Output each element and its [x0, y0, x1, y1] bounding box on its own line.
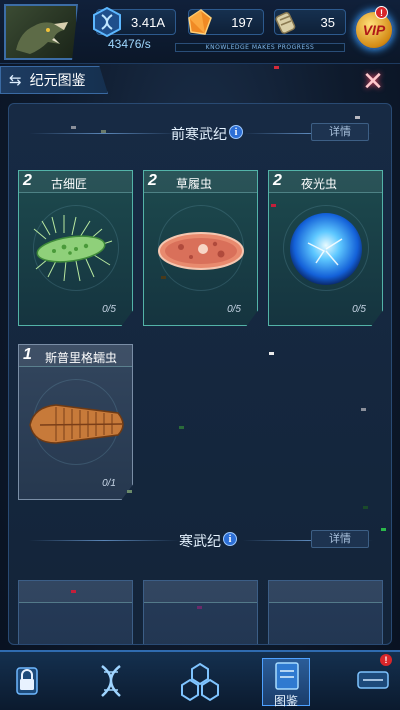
details-button[interactable]: 详情 [311, 530, 369, 548]
nav-codex-button[interactable]: 图鉴 [262, 658, 310, 708]
confetti [161, 276, 166, 279]
vip-button[interactable]: VIP [354, 10, 394, 50]
info-icon[interactable]: i [223, 532, 237, 546]
era-header-precambrian: 前寒武纪 i 详情 [9, 120, 391, 146]
card-level: 1 [23, 346, 32, 363]
card-level: 2 [148, 172, 157, 189]
creature-card[interactable]: 1 斯普里格蠕虫 0/1 [18, 344, 133, 500]
confetti [363, 506, 368, 509]
codex-title-bar: ⇆ 纪元图鉴 [0, 66, 108, 94]
header-divider-left [29, 540, 179, 541]
dna-icon [101, 665, 121, 697]
creature-card[interactable]: 2 古细匠 0/5 [18, 170, 133, 326]
confetti [101, 130, 106, 133]
paramecium-art [158, 232, 244, 270]
card-level: 2 [23, 172, 32, 189]
creature-card[interactable] [268, 580, 383, 644]
card-count: 0/5 [227, 304, 241, 315]
hexagon-cluster-icon [181, 662, 219, 702]
close-button[interactable]: ✕ [360, 69, 386, 96]
card-count: 0/5 [102, 304, 116, 315]
card-name: 草履虫 [176, 177, 213, 191]
info-icon[interactable]: i [229, 125, 243, 139]
amber-crystal-icon [188, 9, 212, 35]
gene-resource[interactable]: 3.41A [93, 6, 176, 38]
header-divider-left [29, 133, 179, 134]
card-name: 古细匠 [51, 177, 88, 191]
confetti [71, 126, 76, 129]
nav-lock-button[interactable] [4, 658, 50, 706]
bottom-nav: 图鉴 ! [0, 650, 400, 710]
creature-card[interactable] [143, 580, 258, 644]
card-level: 2 [273, 172, 282, 189]
knowledge-progress-strip: KNOWLEDGE MAKES PROGRESS [175, 43, 345, 52]
confetti [361, 408, 366, 411]
card-name: 夜光虫 [301, 177, 338, 191]
era-name: 寒武纪 [179, 534, 221, 550]
confetti [179, 426, 184, 429]
gene-value: 3.41A [131, 14, 165, 30]
nav-chat-button[interactable] [350, 658, 396, 706]
era-header-cambrian: 寒武纪 i 详情 [9, 527, 391, 553]
lock-icon [16, 667, 38, 695]
switch-arrows-icon[interactable]: ⇆ [9, 71, 22, 89]
confetti [127, 490, 132, 493]
confetti [274, 66, 279, 69]
era-name: 前寒武纪 [171, 127, 227, 143]
creature-card[interactable]: 2 草履虫 0/5 [143, 170, 258, 326]
details-button[interactable]: 详情 [311, 123, 369, 141]
card-header [144, 581, 257, 603]
confetti [197, 606, 202, 609]
nav-codex-label: 图鉴 [273, 694, 298, 708]
confetti [271, 204, 276, 207]
top-hud: 3.41A 43476/s 197 35 KNOWLEDGE MAKES PRO… [0, 0, 400, 64]
vip-alert-badge: ! [375, 6, 388, 19]
nav-dna-button[interactable] [88, 658, 134, 706]
page-title: 纪元图鉴 [29, 73, 86, 89]
card-name: 斯普里格蠕虫 [45, 351, 118, 365]
spriggina-art [29, 404, 124, 444]
fossil-value: 35 [320, 14, 335, 30]
card-header [269, 581, 382, 603]
nav-hexagon-button[interactable] [172, 658, 228, 706]
dna-hex-icon [93, 6, 121, 38]
gene-rate: 43476/s [108, 37, 151, 51]
player-avatar[interactable] [4, 4, 78, 60]
crystal-value: 197 [231, 14, 253, 30]
fossil-resource[interactable]: 35 [274, 9, 346, 35]
noctiluca-art [290, 213, 362, 285]
confetti [269, 352, 274, 355]
codex-panel: 前寒武纪 i 详情 2 古细匠 0/5 2 草履虫 0/5 2 夜光虫 0/5 … [8, 103, 392, 645]
bacteria-art [33, 215, 113, 282]
confetti [355, 116, 360, 119]
codex-icon [275, 662, 299, 690]
fossil-bone-icon [275, 12, 296, 34]
crystal-resource[interactable]: 197 [188, 9, 264, 35]
confetti [71, 590, 76, 593]
dinosaur-portrait-icon [16, 22, 68, 54]
chat-icon [357, 671, 389, 689]
card-count: 0/1 [102, 478, 116, 489]
chat-alert-badge: ! [380, 654, 392, 666]
creature-card[interactable]: 2 夜光虫 0/5 [268, 170, 383, 326]
card-count: 0/5 [352, 304, 366, 315]
confetti [381, 528, 386, 531]
